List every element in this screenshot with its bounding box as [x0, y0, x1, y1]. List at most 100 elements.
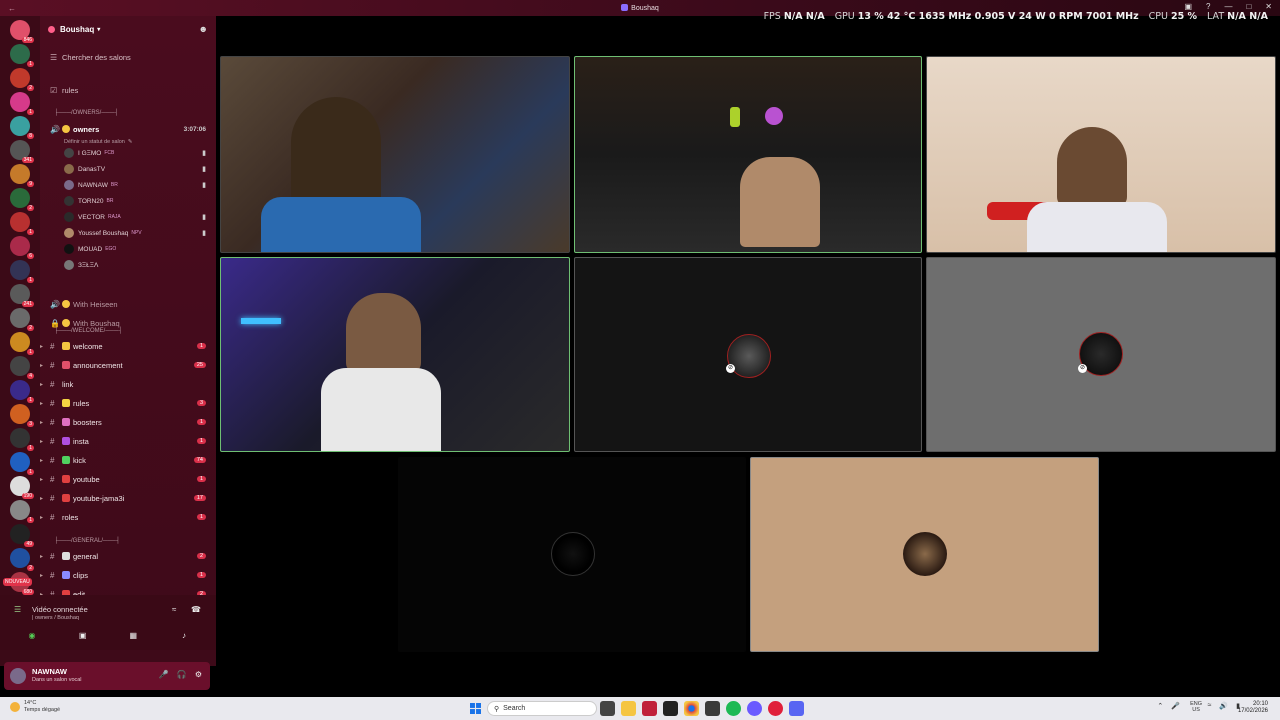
openai-icon[interactable]	[663, 701, 678, 716]
chevron-right-icon: ▸	[40, 495, 44, 502]
task-view-icon[interactable]	[600, 701, 615, 716]
browse-channels[interactable]: ☰ Chercher des salons	[40, 48, 216, 66]
activities-button[interactable]: ▦	[111, 627, 155, 643]
server-icon[interactable]: 2	[10, 68, 34, 91]
voice-member[interactable]: Youssef Boushaq NPV ▮	[40, 225, 216, 241]
video-tile-3[interactable]	[926, 56, 1276, 253]
mention-badge: 1	[196, 343, 206, 349]
video-tile-8[interactable]	[750, 457, 1099, 652]
chrome-icon[interactable]	[684, 701, 699, 716]
volume-icon[interactable]: 🔊	[1219, 702, 1228, 710]
server-icon[interactable]: 1	[10, 380, 34, 403]
server-icon[interactable]: 241	[10, 284, 34, 307]
server-icon[interactable]: 9	[10, 164, 34, 187]
close-button[interactable]: ✕	[1265, 2, 1272, 11]
channel-boosters[interactable]: ▸ # boosters 1	[40, 413, 216, 431]
video-tile-7[interactable]	[398, 457, 746, 652]
category-welcome[interactable]: ├───/WELCOME/───┤	[40, 328, 216, 334]
server-icon[interactable]: 6	[10, 236, 34, 259]
avatar[interactable]	[10, 668, 26, 684]
microphone-icon[interactable]: 🎤	[159, 670, 169, 679]
noise-suppression-icon[interactable]: ≈	[172, 605, 176, 614]
server-icon[interactable]: 3	[10, 404, 34, 427]
channel-general[interactable]: ▸ # general 2	[40, 547, 216, 565]
voice-member[interactable]: ЗΞŁΞΛ	[40, 257, 216, 273]
unread-badge: 1	[27, 349, 34, 355]
category-general[interactable]: ├───/GENERAL/───┤	[40, 538, 216, 544]
server-icon[interactable]: 4	[10, 356, 34, 379]
help-icon[interactable]: ?	[1206, 2, 1210, 11]
voice-member[interactable]: TORN20 BR	[40, 193, 216, 209]
voice-location[interactable]: | owners / Boushaq	[32, 615, 79, 621]
inbox-icon[interactable]: ▣	[1184, 2, 1192, 11]
user-panel[interactable]: NAWNAW Dans un salon vocal 🎤 🎧 ⚙	[4, 662, 210, 690]
camera-icon: ▮	[202, 166, 206, 173]
server-icon[interactable]: 341	[10, 140, 34, 163]
opera-gx-icon[interactable]	[768, 701, 783, 716]
weather-widget[interactable]: 14°C Temps dégagé	[10, 700, 60, 714]
wifi-icon[interactable]: ≈	[1208, 702, 1212, 710]
server-icon[interactable]: 2	[10, 548, 34, 571]
microphone-icon[interactable]: 🎤	[1171, 702, 1180, 710]
discord-icon[interactable]	[789, 701, 804, 716]
server-icon[interactable]: 1	[10, 452, 34, 475]
channel-link[interactable]: ▸ # link	[40, 375, 216, 393]
messenger-icon[interactable]	[747, 701, 762, 716]
video-tile-4[interactable]	[220, 257, 570, 452]
system-clock[interactable]: 20:10 17/02/2026	[1238, 701, 1268, 715]
server-icon[interactable]: 190	[10, 476, 34, 499]
channel-roles[interactable]: ▸ # roles 1	[40, 508, 216, 526]
server-icon[interactable]: 1	[10, 428, 34, 451]
disconnect-icon[interactable]: ☎	[191, 605, 201, 614]
voice-channel-heiseen[interactable]: 🔊 With Heiseen	[40, 295, 216, 313]
server-icon[interactable]: 8	[10, 116, 34, 139]
language-indicator[interactable]: ENG US	[1190, 701, 1202, 713]
channel-youtube-jama3i[interactable]: ▸ # youtube-jama3i 17	[40, 489, 216, 507]
soundboard-button[interactable]: ♪	[162, 627, 206, 643]
chevron-up-icon[interactable]: ⌃	[1157, 702, 1163, 710]
channel-kick[interactable]: ▸ # kick 74	[40, 451, 216, 469]
server-icon[interactable]: 49	[10, 524, 34, 547]
camera-button[interactable]: ◉	[10, 627, 54, 643]
channel-rules[interactable]: ▸ # rules 3	[40, 394, 216, 412]
server-icon[interactable]: 846	[10, 20, 34, 43]
windows-start-icon[interactable]	[470, 703, 481, 714]
screen-share-button[interactable]: ▣	[61, 627, 105, 643]
voice-member[interactable]: I GΞMO FCB ▮	[40, 145, 216, 161]
server-icon[interactable]: 1	[10, 332, 34, 355]
invite-icon[interactable]: ☻	[199, 24, 208, 34]
category-owners[interactable]: ├───/OWNERS/───┤	[40, 110, 216, 116]
server-icon[interactable]: 1	[10, 44, 34, 67]
taskbar-search[interactable]: ⚲ Search	[487, 701, 597, 716]
channel-announcement[interactable]: ▸ # announcement 25	[40, 356, 216, 374]
channel-youtube[interactable]: ▸ # youtube 1	[40, 470, 216, 488]
channel-insta[interactable]: ▸ # insta 1	[40, 432, 216, 450]
voice-member[interactable]: MOUAD EGO	[40, 241, 216, 257]
gear-icon[interactable]: ⚙	[195, 670, 202, 679]
channel-rules-top[interactable]: ☑ rules	[40, 81, 216, 99]
video-tile-5[interactable]: ⊘	[574, 257, 922, 452]
server-icon[interactable]: 1	[10, 92, 34, 115]
server-icon[interactable]: 1	[10, 212, 34, 235]
voice-member[interactable]: VECTOR RAJA ▮	[40, 209, 216, 225]
server-icon[interactable]: 1	[10, 500, 34, 523]
server-header[interactable]: Boushaq ▾ ☻	[40, 16, 216, 42]
media-app-icon[interactable]	[705, 701, 720, 716]
channel-clips[interactable]: ▸ # clips 1	[40, 566, 216, 584]
voice-member[interactable]: NAWNAW BR ▮	[40, 177, 216, 193]
minimize-button[interactable]: —	[1224, 2, 1232, 11]
channel-welcome[interactable]: ▸ # welcome 1	[40, 337, 216, 355]
video-tile-6[interactable]: ⊘	[926, 257, 1276, 452]
maximize-button[interactable]: □	[1246, 2, 1251, 11]
file-explorer-icon[interactable]	[621, 701, 636, 716]
spotify-icon[interactable]	[726, 701, 741, 716]
video-tile-2[interactable]	[574, 56, 922, 253]
server-icon[interactable]: 2	[10, 308, 34, 331]
video-tile-1[interactable]	[220, 56, 570, 253]
voice-member[interactable]: DanasTV ▮	[40, 161, 216, 177]
server-icon[interactable]: 2	[10, 188, 34, 211]
server-icon[interactable]: 1	[10, 260, 34, 283]
headphones-icon[interactable]: 🎧	[177, 670, 187, 679]
server-list: 846 1 2 1 8 341 9 2 1 6 1 241 2 1 4 1 3 1 1 190 1 49 2 680	[0, 16, 40, 666]
adobe-icon[interactable]	[642, 701, 657, 716]
